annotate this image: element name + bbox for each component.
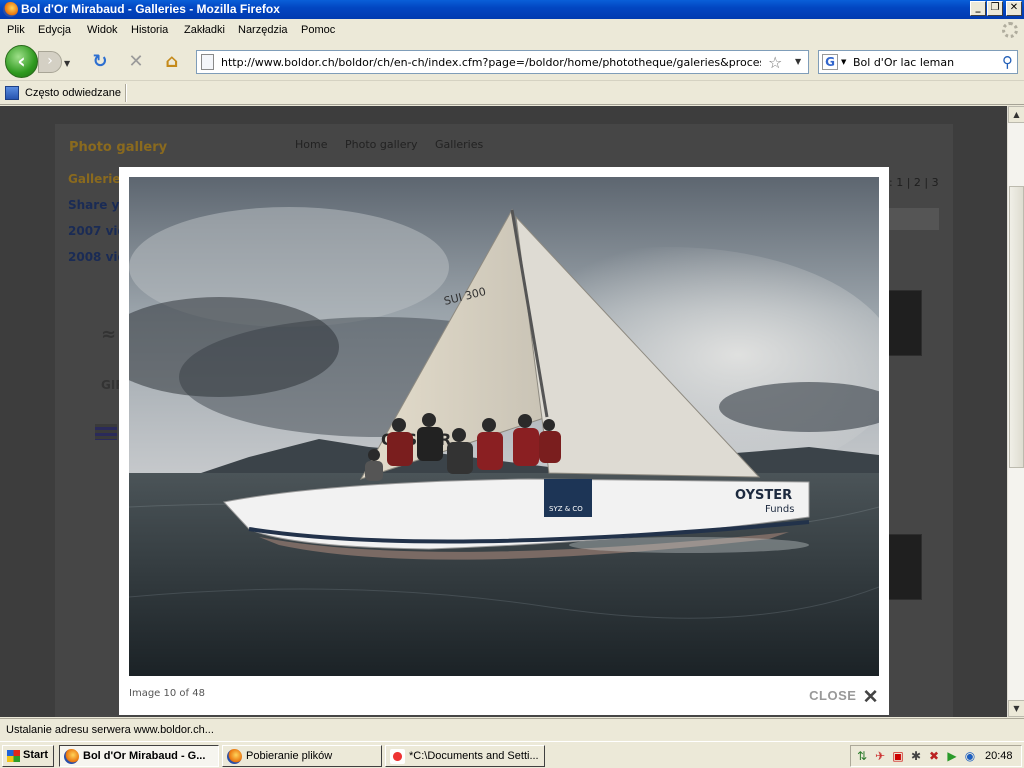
url-dropdown-icon[interactable]: ▼ (795, 57, 801, 66)
toolbar-separator (125, 84, 127, 102)
start-button[interactable]: Start (2, 745, 54, 767)
taskbar-item-firefox[interactable]: Bol d'Or Mirabaud - G... (59, 745, 219, 767)
page-icon (201, 54, 214, 70)
taskbar-item-downloads[interactable]: Pobieranie plików (222, 745, 382, 767)
taskbar-item-label: *C:\Documents and Setti... (409, 750, 539, 762)
reload-icon[interactable]: ↻ (90, 52, 110, 72)
taskbar-item-label: Pobieranie plików (246, 750, 333, 762)
security-icon[interactable]: ▣ (891, 749, 905, 763)
gallery-thumbnail[interactable] (888, 534, 922, 600)
history-dropdown-icon[interactable]: ▼ (64, 59, 70, 68)
gallery-thumbnail[interactable] (888, 290, 922, 356)
search-icon[interactable]: ⚲ (1002, 53, 1013, 71)
breadcrumb-galleries[interactable]: Galleries (435, 138, 483, 151)
gallery-photo: SUI 300 OYSTER SYZ & CO OYSTER Funds (129, 177, 879, 676)
breadcrumb: Home Photo gallery Galleries (295, 138, 497, 151)
volume-icon[interactable]: ◉ (963, 749, 977, 763)
engine-dropdown-icon[interactable]: ▼ (841, 58, 846, 66)
window-titlebar: Bol d'Or Mirabaud - Galleries - Mozilla … (0, 0, 1024, 19)
vertical-scrollbar[interactable]: ▲ ▼ (1007, 106, 1024, 717)
bookmark-most-visited[interactable]: Często odwiedzane (25, 87, 121, 99)
home-icon[interactable]: ⌂ (162, 52, 182, 72)
stop-icon[interactable]: ✕ (126, 52, 146, 72)
back-button[interactable]: ‹ (5, 45, 38, 78)
close-window-button[interactable]: ✕ (1006, 1, 1022, 16)
antivirus-icon[interactable]: ✈ (873, 749, 887, 763)
scroll-down-arrow-icon[interactable]: ▼ (1008, 700, 1024, 717)
scrollbar-thumb[interactable] (1009, 186, 1024, 468)
close-label[interactable]: CLOSE (809, 688, 856, 703)
throbber-icon (1002, 22, 1018, 38)
sailboat-photo: SUI 300 OYSTER SYZ & CO OYSTER Funds (129, 177, 879, 676)
minimize-button[interactable]: _ (970, 1, 986, 16)
play-icon[interactable]: ▶ (945, 749, 959, 763)
windows-logo-icon (7, 750, 20, 762)
forward-button[interactable]: › (38, 51, 62, 73)
bookmark-star-icon[interactable]: ☆ (768, 53, 782, 72)
settings-icon[interactable]: ✱ (909, 749, 923, 763)
taskbar-item-label: Bol d'Or Mirabaud - G... (83, 750, 206, 762)
paint-icon (390, 749, 405, 764)
menu-bar: Plik Edycja Widok Historia Zakładki Narz… (0, 19, 1024, 41)
breadcrumb-home[interactable]: Home (295, 138, 327, 151)
hull-sub-text: Funds (765, 504, 794, 515)
search-input[interactable]: Bol d'Or lac leman (853, 56, 954, 69)
lightbox: SUI 300 OYSTER SYZ & CO OYSTER Funds Ima… (119, 167, 889, 715)
bookmark-folder-icon (5, 86, 19, 100)
network-icon[interactable]: ⇅ (855, 749, 869, 763)
system-tray: ⇅ ✈ ▣ ✱ ✖ ▶ ◉ 20:48 (850, 745, 1022, 767)
firefox-icon (64, 749, 79, 764)
menu-historia[interactable]: Historia (131, 24, 168, 36)
url-text[interactable]: http://www.boldor.ch/boldor/ch/en-ch/ind… (221, 56, 761, 69)
scroll-up-arrow-icon[interactable]: ▲ (1008, 106, 1024, 123)
status-bar: Ustalanie adresu serwera www.boldor.ch..… (0, 718, 1024, 741)
page-content: Photo gallery Galleries Share yo 2007 vi… (0, 106, 1007, 717)
hull-brand-text: OYSTER (735, 488, 792, 503)
google-icon[interactable]: G (822, 54, 838, 70)
menu-plik[interactable]: Plik (7, 24, 25, 36)
bookmarks-toolbar: Często odwiedzane (0, 82, 1024, 105)
taskbar-item-paint[interactable]: *C:\Documents and Setti... (385, 745, 545, 767)
menu-edycja[interactable]: Edycja (38, 24, 71, 36)
navigation-toolbar: ‹ › ▼ ↻ ✕ ⌂ http://www.boldor.ch/boldor/… (0, 41, 1024, 81)
sponsor-badge-text: SYZ & CO (549, 505, 583, 513)
breadcrumb-photo-gallery[interactable]: Photo gallery (345, 138, 418, 151)
sidebar-title: Photo gallery (69, 140, 168, 155)
restore-button[interactable]: ❐ (987, 1, 1003, 16)
start-label: Start (23, 749, 49, 761)
flag-logo (95, 424, 117, 440)
url-bar[interactable]: http://www.boldor.ch/boldor/ch/en-ch/ind… (196, 50, 809, 74)
image-counter: Image 10 of 48 (129, 688, 205, 699)
status-text: Ustalanie adresu serwera www.boldor.ch..… (6, 724, 214, 736)
menu-zakladki[interactable]: Zakładki (184, 24, 225, 36)
firefox-icon (3, 2, 18, 17)
clock: 20:48 (985, 750, 1013, 762)
menu-narzedzia[interactable]: Narzędzia (238, 24, 288, 36)
sponsor-logo: ≈ (101, 324, 117, 345)
close-icon[interactable]: ✕ (863, 687, 879, 708)
menu-widok[interactable]: Widok (87, 24, 118, 36)
search-bar[interactable]: G ▼ Bol d'Or lac leman ⚲ (818, 50, 1018, 74)
firefox-icon (227, 749, 242, 764)
window-title: Bol d'Or Mirabaud - Galleries - Mozilla … (21, 2, 280, 16)
alert-icon[interactable]: ✖ (927, 749, 941, 763)
taskbar: Start Bol d'Or Mirabaud - G... Pobierani… (0, 741, 1024, 768)
lightbox-close-button[interactable]: CLOSE ✕ (809, 686, 879, 709)
menu-pomoc[interactable]: Pomoc (301, 24, 335, 36)
